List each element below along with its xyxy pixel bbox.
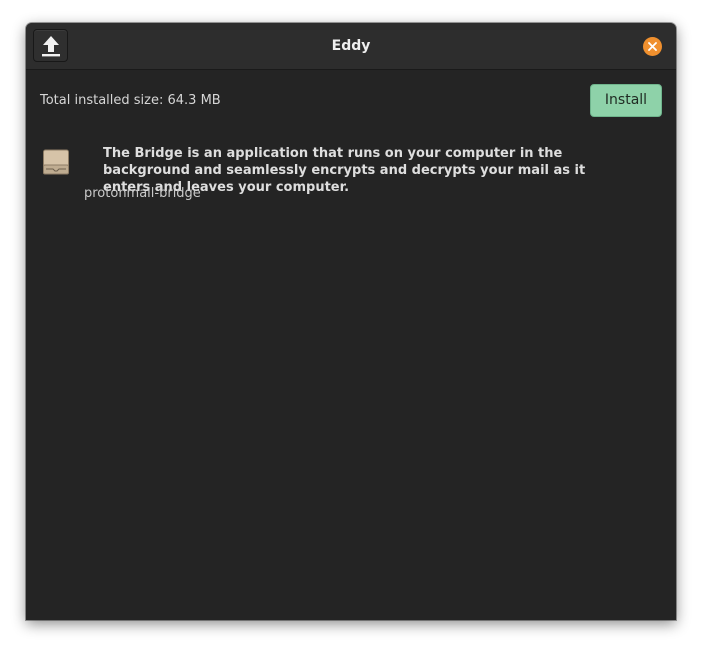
window-title: Eddy xyxy=(331,38,371,54)
app-window: Eddy Total installed size: 64.3 MB Insta… xyxy=(26,23,676,620)
upload-button[interactable] xyxy=(33,29,68,62)
package-box-icon xyxy=(43,149,69,175)
package-name: protonmail-bridge xyxy=(84,186,201,201)
install-button[interactable]: Install xyxy=(590,84,662,117)
upload-arrow-icon xyxy=(41,35,60,56)
close-icon xyxy=(648,42,657,51)
titlebar: Eddy xyxy=(26,23,676,70)
installed-size-label: Total installed size: 64.3 MB xyxy=(40,93,221,108)
close-button[interactable] xyxy=(643,37,662,56)
